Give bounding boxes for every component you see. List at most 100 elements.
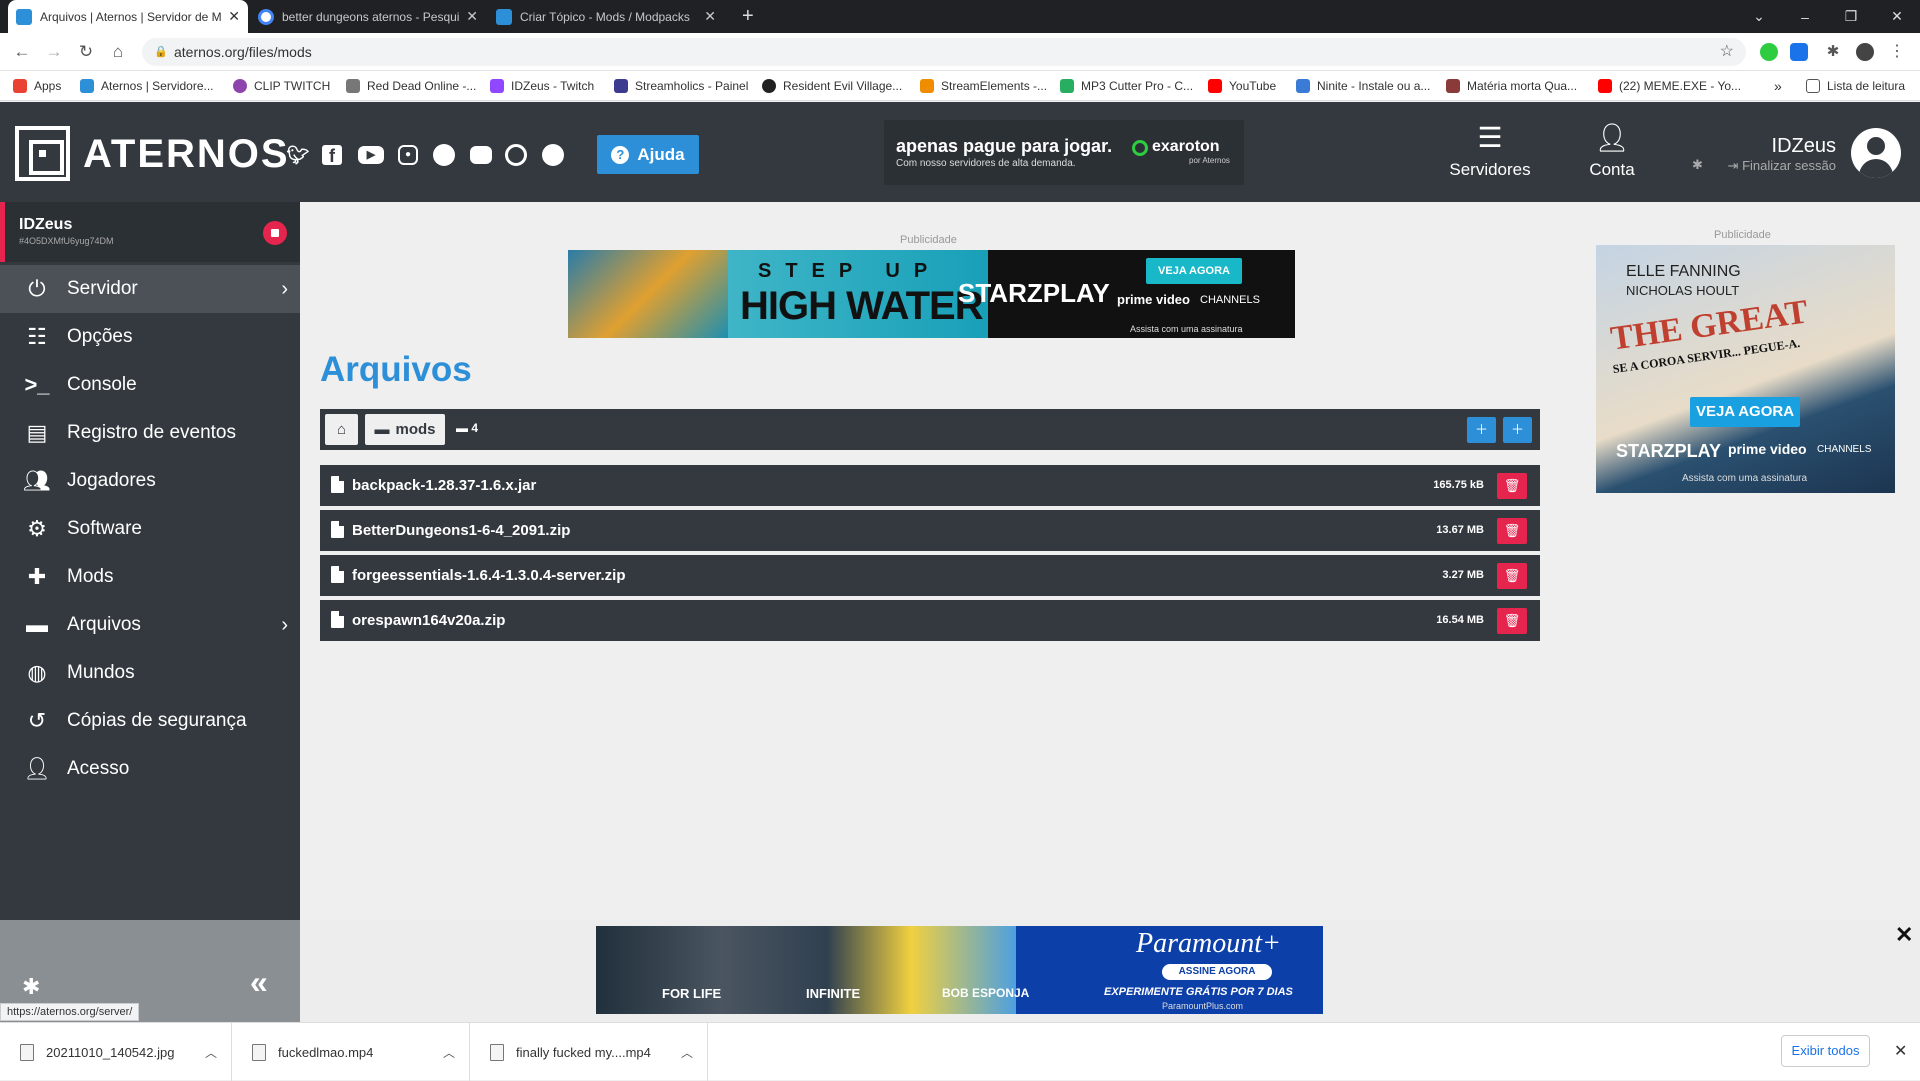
- more-bookmarks-button[interactable]: »: [1774, 71, 1782, 101]
- close-window-icon[interactable]: ✕: [1874, 0, 1920, 33]
- bookmark-resident-evil[interactable]: Resident Evil Village...: [762, 71, 902, 101]
- document-icon: ▤: [26, 420, 48, 445]
- bookmark-streamelements[interactable]: StreamElements -...: [920, 71, 1047, 101]
- sidebar-item-acesso[interactable]: 👤︎ Acesso: [0, 745, 300, 793]
- bookmark-star-icon[interactable]: ☆: [1720, 38, 1734, 66]
- github-icon[interactable]: [542, 144, 564, 166]
- bookmark-red-dead[interactable]: Red Dead Online -...: [346, 71, 476, 101]
- discord-icon[interactable]: [470, 146, 492, 164]
- avatar[interactable]: [1851, 128, 1901, 178]
- profile-avatar-icon[interactable]: [1856, 43, 1874, 61]
- breadcrumb-folder[interactable]: ▬ mods: [365, 414, 445, 445]
- sidebar-item-console[interactable]: >_ Console: [0, 361, 300, 409]
- new-folder-button[interactable]: ＋: [1467, 417, 1496, 443]
- extension-green-icon[interactable]: [1760, 43, 1778, 61]
- help-button[interactable]: ? Ajuda: [597, 135, 699, 174]
- file-name[interactable]: forgeessentials-1.6.4-1.3.0.4-server.zip: [352, 567, 625, 584]
- youtube-icon[interactable]: ▶: [358, 146, 384, 164]
- tab-search-icon[interactable]: ⌄: [1736, 0, 1782, 33]
- bookmark-aternos[interactable]: Aternos | Servidore...: [80, 71, 214, 101]
- nav-conta[interactable]: 👤︎ Conta: [1557, 120, 1667, 190]
- home-folder-button[interactable]: ⌂: [325, 414, 358, 445]
- sidebar-item-registro[interactable]: ▤ Registro de eventos: [0, 409, 300, 457]
- sidebar-item-software[interactable]: ⚙ Software: [0, 505, 300, 553]
- sidebar-item-opcoes[interactable]: ☷ Opções: [0, 313, 300, 361]
- new-file-button[interactable]: ＋: [1503, 417, 1532, 443]
- show-all-downloads-button[interactable]: Exibir todos: [1781, 1035, 1870, 1067]
- ad-banner-top[interactable]: STEP UP HIGH WATER STARZPLAY VEJA AGORA …: [568, 250, 1295, 338]
- brand-name[interactable]: ATERNOS: [83, 132, 290, 177]
- exaroton-promo-banner[interactable]: apenas pague para jogar. Com nosso servi…: [884, 120, 1244, 185]
- ad-banner-bottom[interactable]: FOR LIFE INFINITE BOB ESPONJA Paramount+…: [596, 926, 1323, 1014]
- delete-file-button[interactable]: 🗑︎: [1497, 608, 1527, 634]
- download-item[interactable]: finally fucked my....mp4 ︿: [470, 1023, 708, 1081]
- close-tab-icon[interactable]: ✕: [704, 8, 716, 25]
- reddit-icon[interactable]: [433, 144, 455, 166]
- twitter-icon[interactable]: 🐦︎: [286, 143, 310, 167]
- delete-file-button[interactable]: 🗑︎: [1497, 518, 1527, 544]
- back-arrow-icon[interactable]: ←: [12, 42, 32, 62]
- bookmark-idzeus-twitch[interactable]: IDZeus - Twitch: [490, 71, 594, 101]
- new-tab-button[interactable]: +: [734, 0, 764, 33]
- close-tab-icon[interactable]: ✕: [228, 8, 240, 25]
- download-item[interactable]: 20211010_140542.jpg ︿: [0, 1023, 232, 1081]
- chevron-up-icon[interactable]: ︿: [205, 1044, 217, 1061]
- ad-cta-button[interactable]: VEJA AGORA: [1146, 258, 1242, 284]
- instagram-icon[interactable]: ●: [398, 145, 418, 165]
- sidebar-item-arquivos[interactable]: ▬ Arquivos ›: [0, 601, 300, 649]
- file-row[interactable]: BetterDungeons1-6-4_2091.zip 13.67 MB 🗑︎: [320, 510, 1540, 551]
- chevron-up-icon[interactable]: ︿: [443, 1044, 455, 1061]
- minimize-icon[interactable]: –: [1782, 0, 1828, 33]
- delete-file-button[interactable]: 🗑︎: [1497, 473, 1527, 499]
- bookmark-meme-exe[interactable]: (22) MEME.EXE - Yo...: [1598, 71, 1741, 101]
- reload-icon[interactable]: ↻: [76, 42, 96, 62]
- bookmark-apps[interactable]: Apps: [13, 71, 61, 101]
- bookmark-streamholics[interactable]: Streamholics - Painel: [614, 71, 748, 101]
- file-size: 3.27 MB: [1442, 569, 1484, 581]
- bookmark-youtube[interactable]: YouTube: [1208, 71, 1276, 101]
- bookmark-materia-morta[interactable]: Matéria morta Qua...: [1446, 71, 1577, 101]
- browser-menu-icon[interactable]: ⋮: [1888, 43, 1906, 61]
- close-ad-icon[interactable]: ✕: [1895, 922, 1913, 948]
- tab-google-search[interactable]: better dungeons aternos - Pesquis ✕: [250, 0, 486, 33]
- server-info[interactable]: IDZeus #4O5DXMfU6yug74DM: [0, 202, 300, 262]
- file-name[interactable]: backpack-1.28.37-1.6.x.jar: [352, 477, 536, 494]
- logout-link[interactable]: ⇥ Finalizar sessão: [1690, 158, 1836, 174]
- restore-icon[interactable]: ❐: [1828, 0, 1874, 33]
- bookmark-ninite[interactable]: Ninite - Instale ou a...: [1296, 71, 1430, 101]
- file-name[interactable]: BetterDungeons1-6-4_2091.zip: [352, 522, 570, 539]
- sidebar-item-copias[interactable]: ↺ Cópias de segurança: [0, 697, 300, 745]
- chevron-up-icon[interactable]: ︿: [681, 1044, 693, 1061]
- sidebar-item-jogadores[interactable]: 👥︎ Jogadores: [0, 457, 300, 505]
- reading-list-button[interactable]: Lista de leitura: [1806, 71, 1905, 101]
- extension-blue-icon[interactable]: [1790, 43, 1808, 61]
- download-item[interactable]: fuckedlmao.mp4 ︿: [232, 1023, 470, 1081]
- file-row[interactable]: orespawn164v20a.zip 16.54 MB 🗑︎: [320, 600, 1540, 641]
- close-downloads-icon[interactable]: ✕: [1894, 1041, 1907, 1061]
- bookmark-clip-twitch[interactable]: CLIP TWITCH: [233, 71, 330, 101]
- headset-support-icon[interactable]: [505, 144, 527, 166]
- delete-file-button[interactable]: 🗑︎: [1497, 563, 1527, 589]
- aternos-logo-icon[interactable]: [15, 126, 70, 181]
- sidebar-item-servidor[interactable]: ⏻ Servidor ›: [0, 265, 300, 313]
- home-icon[interactable]: ⌂: [108, 42, 128, 62]
- ad-cta-button[interactable]: ASSINE AGORA: [1162, 964, 1272, 980]
- file-name[interactable]: orespawn164v20a.zip: [352, 612, 505, 629]
- file-row[interactable]: backpack-1.28.37-1.6.x.jar 165.75 kB 🗑︎: [320, 465, 1540, 506]
- url-input[interactable]: 🔒 aternos.org/files/mods ☆: [142, 38, 1746, 66]
- close-tab-icon[interactable]: ✕: [466, 8, 478, 25]
- collapse-sidebar-icon[interactable]: «: [250, 964, 268, 1001]
- sidebar-item-mods[interactable]: ✚ Mods: [0, 553, 300, 601]
- tab-aternos-files[interactable]: Arquivos | Aternos | Servidor de M ✕: [8, 0, 248, 33]
- file-row[interactable]: forgeessentials-1.6.4-1.3.0.4-server.zip…: [320, 555, 1540, 596]
- sidebar-item-mundos[interactable]: ◍ Mundos: [0, 649, 300, 697]
- forward-arrow-icon[interactable]: →: [44, 42, 64, 62]
- facebook-icon[interactable]: f: [322, 145, 342, 166]
- ad-cta-button[interactable]: VEJA AGORA: [1690, 397, 1800, 427]
- settings-gear-icon[interactable]: ✱: [22, 974, 40, 1000]
- tab-criar-topico[interactable]: Criar Tópico - Mods / Modpacks ✕: [488, 0, 724, 33]
- nav-servidores[interactable]: ☰ Servidores: [1435, 120, 1545, 190]
- ad-banner-right[interactable]: ELLE FANNING NICHOLAS HOULT THE GREAT SE…: [1596, 245, 1895, 493]
- bookmark-mp3-cutter[interactable]: MP3 Cutter Pro - C...: [1060, 71, 1193, 101]
- extensions-puzzle-icon[interactable]: ✱: [1824, 43, 1842, 61]
